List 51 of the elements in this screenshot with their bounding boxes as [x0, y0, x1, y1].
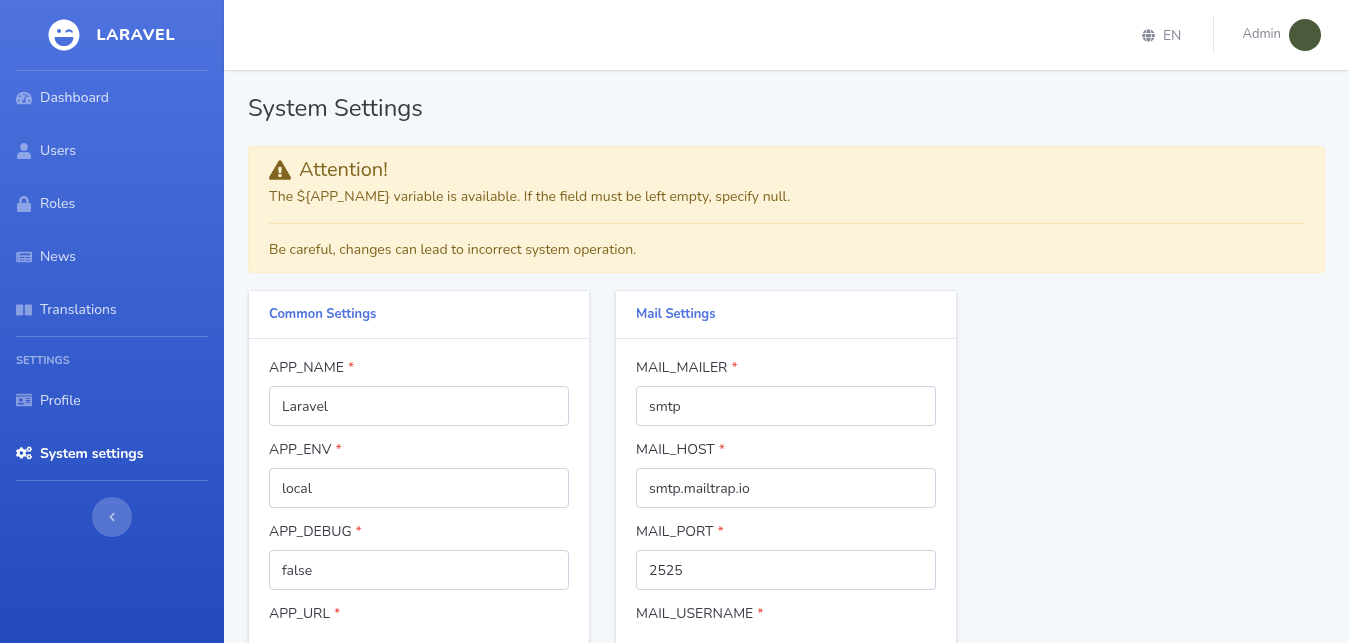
- field-label: MAIL_USERNAME: [636, 605, 754, 622]
- field-label: APP_ENV: [269, 441, 332, 458]
- required-mark: *: [757, 605, 764, 622]
- page-title: System Settings: [248, 94, 424, 122]
- warning-icon: [269, 159, 291, 181]
- user-icon: [16, 142, 32, 159]
- section-heading: SETTINGS: [16, 352, 71, 370]
- field-label: MAIL_HOST: [636, 441, 715, 458]
- required-mark: *: [347, 359, 355, 376]
- sidebar-item[interactable]: Dashboard: [0, 71, 224, 124]
- input-field[interactable]: local: [269, 468, 569, 508]
- field-label: APP_NAME: [269, 359, 344, 376]
- sidebar-item[interactable]: Roles: [0, 177, 224, 230]
- input-field[interactable]: smtp.mailtrap.io: [636, 468, 936, 508]
- lock-icon: [16, 195, 32, 212]
- required-mark: *: [717, 523, 724, 540]
- input-field[interactable]: false: [269, 550, 569, 590]
- required-mark: *: [334, 605, 341, 622]
- sidebar-item[interactable]: System settings: [0, 426, 224, 480]
- globe-icon: [1141, 28, 1155, 42]
- input-field[interactable]: 2525: [636, 550, 936, 590]
- required-mark: *: [355, 523, 362, 540]
- input-field[interactable]: Laravel: [269, 386, 569, 426]
- alert-text: Be careful, changes can lead to incorrect system operation.: [269, 240, 638, 260]
- sidebar-item[interactable]: Users: [0, 124, 224, 177]
- required-mark: *: [335, 441, 342, 458]
- alert-title: Attention!: [299, 160, 388, 180]
- collapse-button[interactable]: [92, 496, 132, 537]
- brand-name: LARAVEL: [96, 23, 176, 47]
- laughing-face-icon: [48, 19, 81, 51]
- gears-icon: [16, 445, 32, 461]
- sidebar-item[interactable]: Profile: [0, 373, 224, 427]
- field-label: APP_DEBUG: [269, 523, 352, 540]
- chevron-left-icon: [107, 511, 117, 522]
- sidebar-item[interactable]: Translations: [0, 283, 224, 336]
- panels-icon: [16, 301, 32, 318]
- required-mark: *: [718, 441, 726, 458]
- id-card-icon: [16, 392, 32, 408]
- input-field[interactable]: smtp: [636, 386, 936, 426]
- gauge-icon: [16, 89, 32, 106]
- sidebar-item[interactable]: News: [0, 230, 224, 283]
- field-label: APP_URL: [269, 605, 331, 622]
- alert-text: The ${APP_NAME} variable is available. If the field must be left empty, specify null.: [269, 187, 792, 207]
- field-label: MAIL_MAILER: [636, 359, 728, 376]
- card-title: Common Settings: [269, 304, 377, 325]
- required-mark: *: [731, 359, 738, 376]
- user-menu[interactable]: Admin: [1214, 19, 1321, 51]
- avatar: [1289, 19, 1321, 51]
- field-label: MAIL_PORT: [636, 523, 714, 540]
- language-button[interactable]: EN: [1141, 24, 1214, 46]
- card-title: Mail Settings: [636, 304, 716, 325]
